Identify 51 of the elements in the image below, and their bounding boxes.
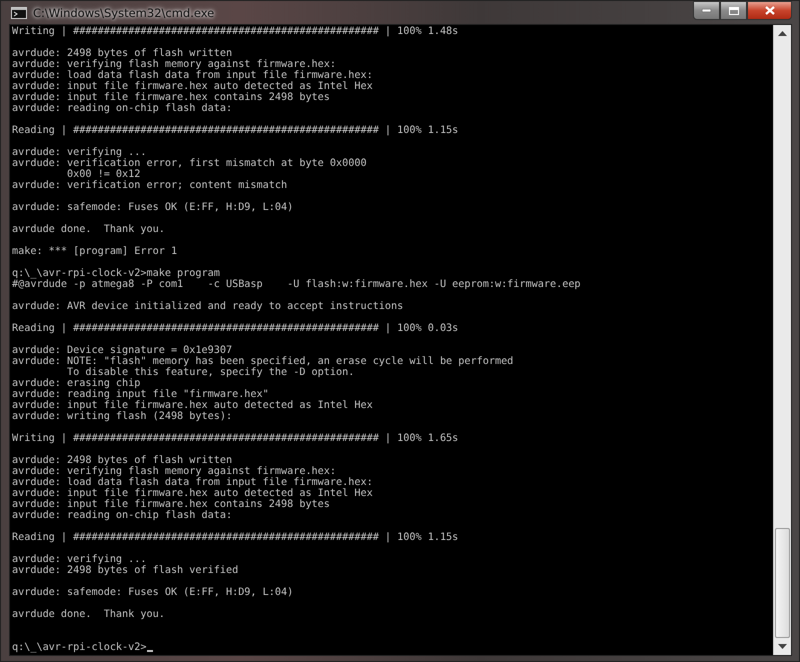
console-line: make: *** [program] Error 1 — [12, 246, 178, 257]
minimize-icon — [702, 9, 711, 12]
console-line: avrdude: reading on-chip flash data: — [12, 103, 234, 114]
console-line: avrdude: input file firmware.hex auto detected as Intel Hex — [12, 81, 374, 92]
console-line: avrdude: safemode: Fuses OK (E:FF, H:D9, L:04) — [12, 587, 294, 598]
console-line: avrdude: input file firmware.hex auto detected as Intel Hex — [12, 400, 374, 411]
console-line: avrdude: reading on-chip flash data: — [12, 510, 234, 521]
window-title: C:\Windows\System32\cmd.exe — [33, 6, 216, 20]
console-line: avrdude: safemode: Fuses OK (E:FF, H:D9, L:04) — [12, 202, 294, 213]
console-line: #@avrdude -p atmega8 -P com1 -c USBasp -U flash:w:firmware.hex -U eeprom:w:firmware.eep — [12, 279, 582, 290]
console-line: avrdude: load data flash data from input file firmware.hex: — [12, 477, 374, 488]
console-line: avrdude done. Thank you. — [12, 609, 166, 620]
console-line: avrdude: verification error; content mismatch — [12, 180, 288, 191]
console-line: avrdude: reading input file "firmware.hex" — [12, 389, 270, 400]
console-line: Reading | ################################################## | 100% 1.15s — [12, 532, 460, 543]
console-line: 0x00 != 0x12 — [66, 169, 142, 180]
console-line: avrdude: 2498 bytes of flash written — [12, 48, 234, 59]
scroll-down-icon[interactable] — [778, 644, 787, 649]
scroll-thumb[interactable] — [775, 528, 790, 638]
minimize-button[interactable] — [693, 1, 720, 20]
close-button[interactable] — [747, 1, 792, 20]
console-line: avrdude: NOTE: "flash" memory has been specified, an erase cycle will be performed — [12, 356, 514, 367]
console-line: avrdude: 2498 bytes of flash verified — [12, 565, 240, 576]
console-line: avrdude: verifying ... — [12, 147, 148, 158]
console-line: avrdude: input file firmware.hex contains 2498 bytes — [12, 92, 331, 103]
maximize-icon — [728, 6, 738, 14]
console-line: avrdude: AVR device initialized and ready to accept instructions — [12, 301, 404, 312]
console-line: Reading | ################################################## | 100% 1.15s — [12, 125, 460, 136]
console-line: avrdude done. Thank you. — [12, 224, 166, 235]
console-line: avrdude: Device signature = 0x1e9307 — [12, 345, 234, 356]
scroll-up-icon[interactable] — [778, 31, 787, 36]
console-line: avrdude: writing flash (2498 bytes): — [12, 411, 234, 422]
console-line: avrdude: input file firmware.hex auto detected as Intel Hex — [12, 488, 374, 499]
console-line: avrdude: verifying flash memory against firmware.hex: — [12, 466, 338, 477]
console-line: Writing | ################################################## | 100% 1.65s — [12, 433, 460, 444]
console-line: avrdude: load data flash data from input file firmware.hex: — [12, 70, 374, 81]
text-cursor — [146, 650, 152, 652]
console-line: avrdude: 2498 bytes of flash written — [12, 455, 234, 466]
console-line: avrdude: input file firmware.hex contains 2498 bytes — [12, 499, 331, 510]
console-line: avrdude: verifying flash memory against firmware.hex: — [12, 59, 338, 70]
console-line: q:\_\avr-rpi-clock-v2>make program — [12, 268, 221, 279]
console-line: To disable this feature, specify the -D option. — [66, 367, 356, 378]
console-line: Writing | ################################################## | 100% 1.48s — [12, 26, 460, 37]
console-line: avrdude: verifying ... — [12, 554, 148, 565]
console-line: Reading | ################################################## | 100% 0.03s — [12, 323, 460, 334]
console-line: avrdude: erasing chip — [12, 378, 142, 389]
maximize-button[interactable] — [720, 1, 747, 20]
close-icon — [764, 6, 774, 15]
console-line: avrdude: verification error, first mismatch at byte 0x0000 — [12, 158, 368, 169]
console-icon — [11, 6, 27, 18]
command-prompt: q:\_\avr-rpi-clock-v2> — [12, 642, 146, 653]
